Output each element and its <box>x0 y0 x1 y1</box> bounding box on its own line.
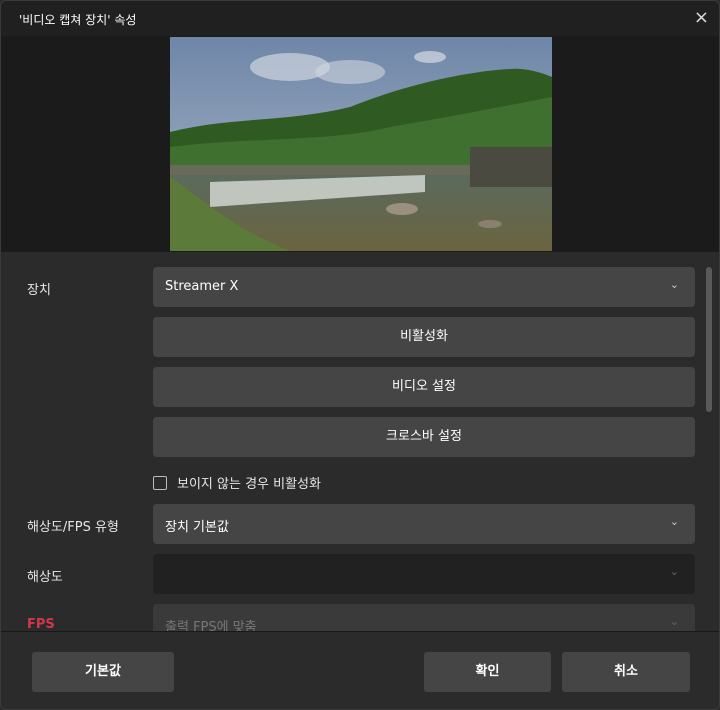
cancel-button[interactable]: 취소 <box>562 652 690 692</box>
device-label: 장치 <box>27 283 51 298</box>
fps-dropdown[interactable]: 출력 FPS에 맞춤 ⌄ <box>153 604 695 631</box>
deactivate-when-hidden-checkbox[interactable]: 보이지 않는 경우 비활성화 <box>153 473 321 492</box>
checkbox-label: 보이지 않는 경우 비활성화 <box>177 477 321 492</box>
fps-label: FPS <box>27 617 55 631</box>
title-bar: '비디오 캡쳐 장치' 속성 × <box>1 1 719 36</box>
res-fps-type-value: 장치 기본값 <box>165 520 229 535</box>
video-settings-button[interactable]: 비디오 설정 <box>153 367 695 407</box>
resolution-label: 해상도 <box>27 570 63 585</box>
checkbox-box[interactable] <box>153 475 167 490</box>
window-title: '비디오 캡쳐 장치' 속성 <box>19 13 137 27</box>
chevron-down-icon: ⌄ <box>669 615 679 628</box>
crossbar-settings-button[interactable]: 크로스바 설정 <box>153 417 695 457</box>
device-dropdown[interactable]: Streamer X ⌄ <box>153 267 695 307</box>
deactivate-button[interactable]: 비활성화 <box>153 317 695 357</box>
defaults-button[interactable]: 기본값 <box>32 652 174 692</box>
video-preview <box>1 36 719 252</box>
res-fps-type-label: 해상도/FPS 유형 <box>27 520 119 535</box>
device-value: Streamer X <box>165 279 239 294</box>
preview-image <box>170 37 552 251</box>
scrollbar[interactable] <box>706 267 712 412</box>
properties-dialog: '비디오 캡쳐 장치' 속성 × 장치 Streamer X ⌄ 비활성화 비디… <box>0 0 720 710</box>
fps-value: 출력 FPS에 맞춤 <box>165 620 257 631</box>
chevron-down-icon: ⌄ <box>669 565 679 578</box>
chevron-down-icon: ⌄ <box>669 278 679 291</box>
dialog-footer: 기본값 확인 취소 <box>1 631 719 709</box>
res-fps-type-dropdown[interactable]: 장치 기본값 ⌄ <box>153 504 695 544</box>
resolution-dropdown[interactable]: ⌄ <box>153 554 695 594</box>
properties-scroll-area: 장치 Streamer X ⌄ 비활성화 비디오 설정 크로스바 설정 보이지 … <box>1 252 719 631</box>
ok-button[interactable]: 확인 <box>424 652 551 692</box>
close-icon[interactable]: × <box>694 7 709 28</box>
chevron-down-icon: ⌄ <box>669 515 679 528</box>
